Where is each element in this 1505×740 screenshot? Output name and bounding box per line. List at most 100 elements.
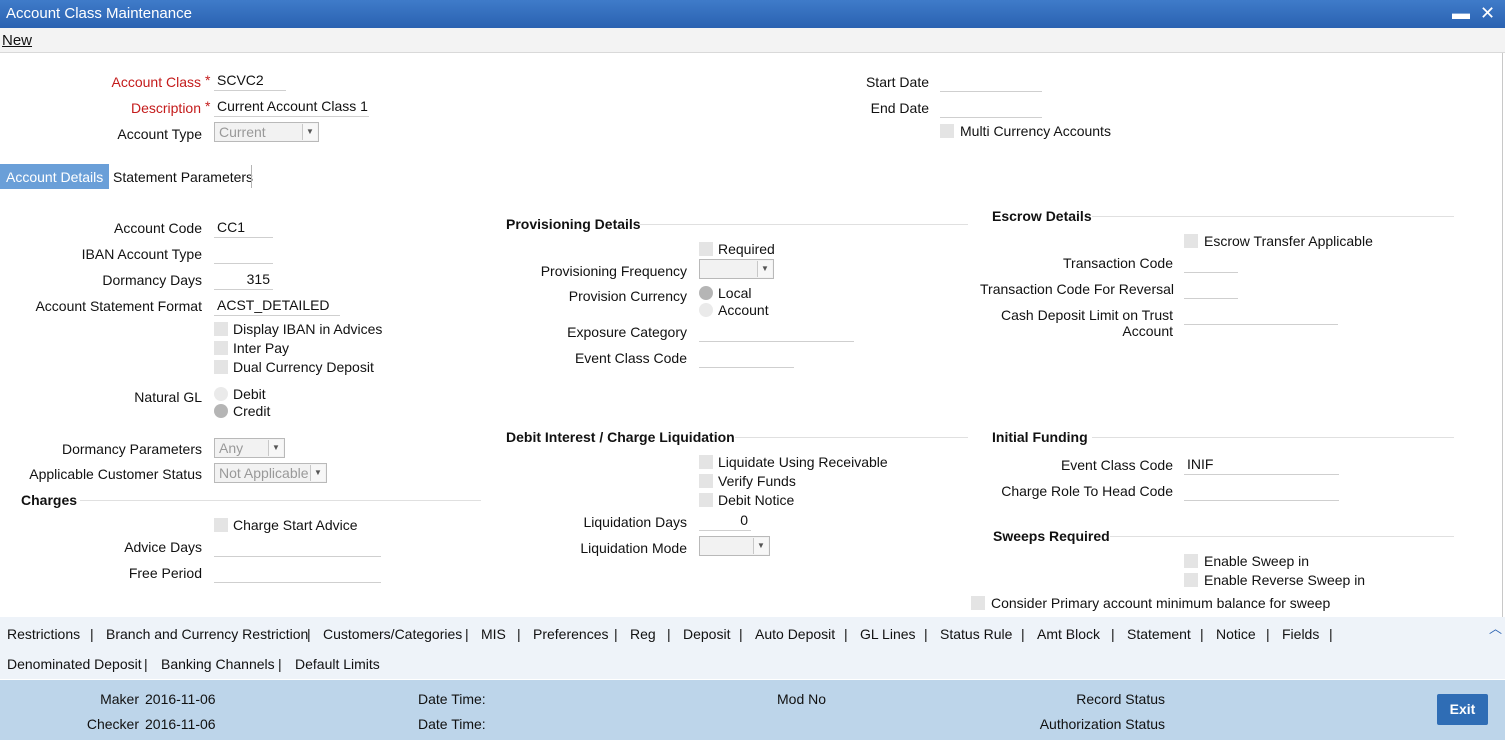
transaction-code-reversal-field[interactable] [1184, 279, 1238, 299]
new-link[interactable]: New [2, 32, 32, 49]
consider-primary-checkbox[interactable] [971, 596, 985, 610]
customer-status-value: Not Applicable [219, 465, 309, 481]
end-date-field[interactable] [940, 98, 1042, 118]
dormancy-days-label: Dormancy Days [102, 272, 202, 288]
link-status-rule[interactable]: Status Rule [940, 626, 1012, 642]
debit-notice-checkbox[interactable] [699, 493, 713, 507]
link-amt-block[interactable]: Amt Block [1037, 626, 1100, 642]
tab-divider [251, 165, 252, 188]
customer-status-select[interactable]: Not Applicable ▼ [214, 463, 327, 483]
dual-currency-checkbox[interactable] [214, 360, 228, 374]
account-code-field[interactable]: CC1 [214, 218, 273, 238]
inter-pay-checkbox[interactable] [214, 341, 228, 355]
inter-pay-label: Inter Pay [233, 340, 290, 356]
link-separator: | [307, 626, 311, 642]
close-icon[interactable]: ✕ [1480, 3, 1495, 23]
iban-type-field[interactable] [214, 244, 273, 264]
link-separator: | [517, 626, 521, 642]
credit-radio[interactable] [214, 404, 228, 418]
charge-role-field[interactable] [1184, 481, 1339, 501]
link-statement[interactable]: Statement [1127, 626, 1191, 642]
debit-radio[interactable] [214, 387, 228, 401]
advice-days-label: Advice Days [124, 539, 202, 555]
link-banking-channels[interactable]: Banking Channels [161, 656, 275, 672]
link-gl-lines[interactable]: GL Lines [860, 626, 916, 642]
link-fields[interactable]: Fields [1282, 626, 1319, 642]
tab-account-details[interactable]: Account Details [0, 164, 110, 189]
exit-button[interactable]: Exit [1437, 694, 1488, 725]
advice-days-field[interactable] [214, 537, 381, 557]
dormancy-params-label: Dormancy Parameters [61, 441, 202, 457]
enable-reverse-sweep-checkbox[interactable] [1184, 573, 1198, 587]
credit-label: Credit [233, 403, 271, 419]
tab-statement-parameters[interactable]: Statement Parameters [107, 164, 259, 189]
cash-deposit-limit-field[interactable] [1184, 305, 1338, 325]
free-period-label: Free Period [128, 565, 202, 581]
link-separator: | [1329, 626, 1333, 642]
transaction-code-reversal-label: Transaction Code For Reversal [980, 281, 1175, 297]
chevron-down-icon: ▼ [310, 465, 325, 481]
dormancy-params-select[interactable]: Any ▼ [214, 438, 285, 458]
escrow-heading: Escrow Details [992, 208, 1092, 224]
escrow-transfer-checkbox[interactable] [1184, 234, 1198, 248]
liquidate-receivable-checkbox[interactable] [699, 455, 713, 469]
link-deposit[interactable]: Deposit [683, 626, 730, 642]
link-mis[interactable]: MIS [481, 626, 506, 642]
link-separator: | [1021, 626, 1025, 642]
link-default-limits[interactable]: Default Limits [295, 656, 380, 672]
multi-currency-checkbox[interactable] [940, 124, 954, 138]
enable-sweep-in-checkbox[interactable] [1184, 554, 1198, 568]
link-notice[interactable]: Notice [1216, 626, 1256, 642]
start-date-label: Start Date [865, 74, 929, 90]
account-radio[interactable] [699, 303, 713, 317]
display-iban-checkbox[interactable] [214, 322, 228, 336]
iban-type-label: IBAN Account Type [81, 246, 202, 262]
exposure-category-field[interactable] [699, 322, 854, 342]
provisioning-event-class-label: Event Class Code [574, 350, 687, 366]
link-branch-currency-restriction[interactable]: Branch and Currency Restriction [106, 626, 308, 642]
dormancy-days-field[interactable]: 315 [214, 270, 273, 290]
account-type-select[interactable]: Current ▼ [214, 122, 319, 142]
provisioning-event-class-field[interactable] [699, 348, 794, 368]
provisioning-required-checkbox[interactable] [699, 242, 713, 256]
account-class-field[interactable]: SCVC2 [214, 71, 286, 91]
funding-event-class-field[interactable]: INIF [1184, 455, 1339, 475]
transaction-code-field[interactable] [1184, 253, 1238, 273]
link-separator: | [144, 656, 148, 672]
audit-footer: Maker 2016-11-06 Checker 2016-11-06 Date… [0, 680, 1505, 740]
link-denominated-deposit[interactable]: Denominated Deposit [7, 656, 142, 672]
description-field[interactable]: Current Account Class 1 [214, 97, 369, 117]
link-auto-deposit[interactable]: Auto Deposit [755, 626, 835, 642]
provisioning-frequency-label: Provisioning Frequency [540, 263, 687, 279]
statement-format-field[interactable]: ACST_DETAILED [214, 296, 340, 316]
free-period-field[interactable] [214, 563, 381, 583]
link-restrictions[interactable]: Restrictions [7, 626, 80, 642]
scroll-up-icon[interactable]: ︿ [1489, 618, 1502, 637]
charge-role-label: Charge Role To Head Code [1001, 483, 1173, 499]
liquidation-days-field[interactable]: 0 [699, 511, 751, 531]
checker-value: 2016-11-06 [145, 716, 216, 732]
menu-bar: New [0, 28, 1505, 53]
liquidation-mode-label: Liquidation Mode [580, 540, 687, 556]
local-radio[interactable] [699, 286, 713, 300]
account-type-value: Current [219, 124, 266, 140]
verify-funds-checkbox[interactable] [699, 474, 713, 488]
minimize-icon[interactable]: ▬ [1452, 3, 1470, 23]
escrow-divider [1092, 216, 1454, 217]
debit-label: Debit [233, 386, 266, 402]
link-preferences[interactable]: Preferences [533, 626, 608, 642]
link-separator: | [1200, 626, 1204, 642]
provisioning-frequency-select[interactable]: ▼ [699, 259, 774, 279]
account-radio-label: Account [718, 302, 769, 318]
charge-start-advice-checkbox[interactable] [214, 518, 228, 532]
exposure-category-label: Exposure Category [567, 324, 687, 340]
sweeps-divider [1110, 536, 1454, 537]
link-separator: | [278, 656, 282, 672]
link-reg[interactable]: Reg [630, 626, 656, 642]
link-separator: | [614, 626, 618, 642]
start-date-field[interactable] [940, 72, 1042, 92]
required-marker: * [205, 72, 211, 88]
required-marker: * [205, 98, 211, 114]
liquidation-mode-select[interactable]: ▼ [699, 536, 770, 556]
link-customers-categories[interactable]: Customers/Categories [323, 626, 462, 642]
